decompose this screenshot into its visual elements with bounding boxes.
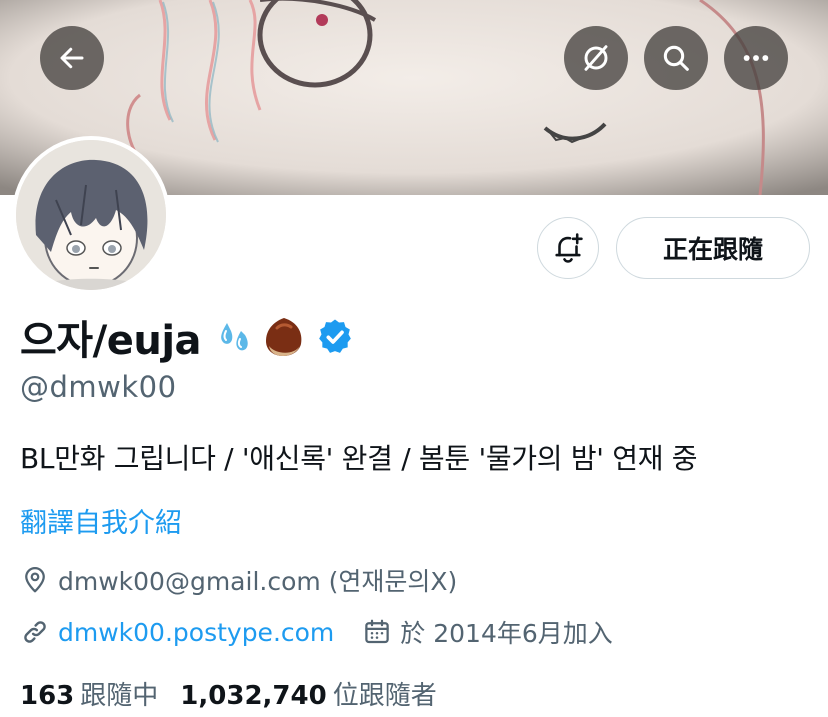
sweat-droplets-emoji [221, 323, 248, 351]
following-stat[interactable]: 163 跟隨中 [20, 675, 158, 712]
following-count: 163 [20, 681, 75, 711]
location-pin-icon [25, 567, 45, 593]
arrow-left-icon [60, 47, 84, 69]
search-button[interactable] [644, 26, 708, 90]
followers-label: 位跟隨者 [332, 681, 437, 711]
verified-badge-icon [319, 319, 351, 353]
bell-plus-icon [555, 233, 583, 263]
notifications-button[interactable] [537, 217, 599, 279]
joined-date: 於 2014年6月加入 [400, 619, 613, 648]
grok-button[interactable] [564, 26, 628, 90]
follow-stats: 163 跟隨中 1,032,740 位跟隨者 [20, 675, 437, 712]
name-row: 으자/euja [20, 308, 355, 366]
more-button[interactable] [724, 26, 788, 90]
translate-bio-link[interactable]: 翻譯自我介紹 [20, 501, 182, 540]
location-row: dmwk00@gmail.com (연재문의X) [20, 562, 457, 598]
name-emojis [213, 314, 355, 360]
chestnut-emoji [266, 318, 302, 356]
slash-circle-icon [584, 45, 608, 71]
search-icon [663, 45, 689, 71]
location-text: dmwk00@gmail.com (연재문의X) [58, 567, 458, 596]
avatar-image [16, 140, 166, 290]
website-link[interactable]: dmwk00.postype.com [58, 618, 334, 647]
link-icon [24, 621, 46, 643]
display-name: 으자/euja [20, 318, 202, 364]
user-handle: @dmwk00 [20, 370, 177, 404]
website-joined-row: dmwk00.postype.com 於 2014年6月加入 [20, 614, 613, 650]
back-button[interactable] [40, 26, 104, 90]
profile-bio: BL만화 그립니다 / '애신록' 완결 / 봄툰 '물가의 밤' 연재 중 [20, 442, 698, 475]
avatar[interactable] [12, 136, 170, 294]
calendar-icon [365, 619, 390, 644]
more-horizontal-icon [743, 55, 769, 61]
followers-stat[interactable]: 1,032,740 位跟隨者 [180, 675, 436, 712]
following-button[interactable]: 正在跟隨 [616, 217, 810, 279]
following-label: 跟隨中 [80, 681, 159, 711]
followers-count: 1,032,740 [180, 681, 327, 711]
